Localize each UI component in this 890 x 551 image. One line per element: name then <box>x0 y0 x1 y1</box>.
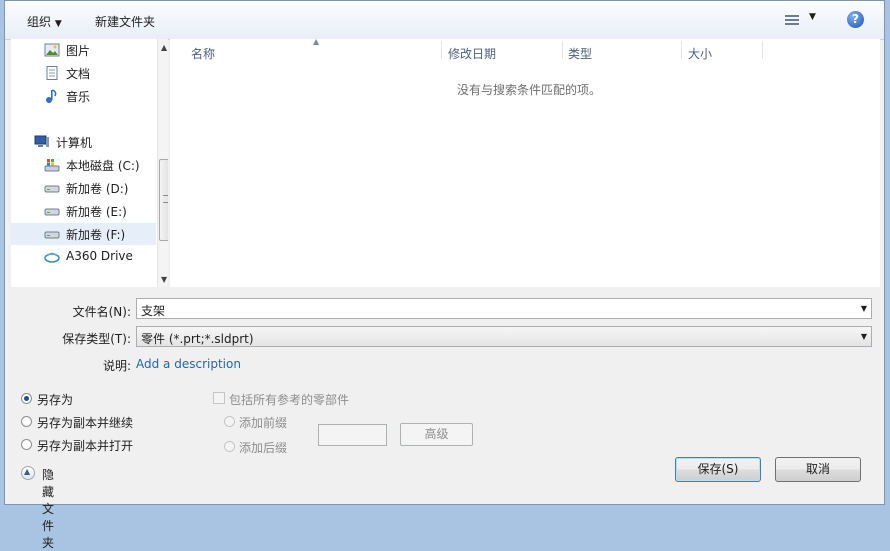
nav-item-label: 计算机 <box>56 136 93 150</box>
save-as-label: 另存为 <box>37 393 74 407</box>
scrollbar-thumb[interactable] <box>159 159 168 241</box>
nav-item-drive-c[interactable]: 本地磁盘 (C:) <box>11 154 156 176</box>
scroll-up-icon[interactable]: ▲ <box>161 43 167 52</box>
nav-item-music[interactable]: 音乐 <box>11 85 156 107</box>
nav-item-drive-f[interactable]: 新加卷 (F:) <box>11 223 156 245</box>
details-view-icon <box>785 13 799 27</box>
sort-ascending-icon: ▲ <box>313 37 320 46</box>
nav-item-label: 新加卷 (D:) <box>66 182 129 196</box>
chevron-down-icon: ▼ <box>809 12 816 22</box>
nav-item-a360-drive[interactable]: A360 Drive <box>11 246 156 268</box>
nav-item-drive-d[interactable]: 新加卷 (D:) <box>11 177 156 199</box>
file-list[interactable]: ▲ 名称 修改日期 类型 大小 没有与搜索条件匹配的项。 <box>170 37 880 287</box>
nav-item-label: 音乐 <box>66 90 91 104</box>
column-header-type[interactable]: 类型 <box>568 45 592 62</box>
nav-item-computer[interactable]: 计算机 <box>11 131 156 153</box>
chevron-down-icon[interactable]: ▼ <box>861 304 867 313</box>
save-as-copy-continue-radio[interactable] <box>21 416 32 427</box>
add-description-link[interactable]: Add a description <box>136 357 241 371</box>
add-suffix-radio[interactable] <box>224 441 235 452</box>
include-references-checkbox[interactable] <box>213 392 225 404</box>
nav-item-label: A360 Drive <box>66 249 133 263</box>
chevron-down-icon: ▼ <box>54 19 62 29</box>
nav-item-label: 新加卷 (F:) <box>66 228 126 242</box>
nav-scrollbar[interactable]: ▲ ▼ <box>157 39 168 287</box>
drive-icon <box>44 185 60 193</box>
cancel-button[interactable]: 取消 <box>775 457 861 482</box>
new-folder-button[interactable]: 新建文件夹 <box>95 13 155 30</box>
cloud-drive-icon <box>44 252 60 263</box>
add-prefix-radio[interactable] <box>224 416 235 427</box>
nav-item-drive-e[interactable]: 新加卷 (E:) <box>11 200 156 222</box>
chevron-up-icon: ▲ <box>21 466 35 480</box>
save-button[interactable]: 保存(S) <box>675 457 761 482</box>
save-as-copy-continue-label: 另存为副本并继续 <box>37 416 134 430</box>
filename-value: 支架 <box>141 304 166 318</box>
column-header-modified[interactable]: 修改日期 <box>448 45 496 62</box>
scroll-down-icon[interactable]: ▼ <box>161 275 167 284</box>
empty-message: 没有与搜索条件匹配的项。 <box>457 83 602 97</box>
savetype-select[interactable]: 零件 (*.prt;*.sldprt) ▼ <box>136 326 872 347</box>
add-prefix-label: 添加前缀 <box>239 416 288 430</box>
organize-label: 组织 <box>27 15 52 29</box>
savetype-value: 零件 (*.prt;*.sldprt) <box>141 332 254 346</box>
column-header-size[interactable]: 大小 <box>688 45 712 62</box>
navigation-pane: 图片 文档 音乐 计算机 本地磁盘 (C:) 新加卷 (D:) 新加卷 (E:)… <box>11 39 168 287</box>
nav-item-pictures[interactable]: 图片 <box>11 39 156 61</box>
organize-button[interactable]: 组织 ▼ <box>27 13 62 30</box>
add-suffix-label: 添加后缀 <box>239 441 288 455</box>
view-options-button[interactable]: ▼ <box>785 12 825 30</box>
drive-icon <box>44 231 60 239</box>
system-drive-icon <box>44 159 60 172</box>
filename-input[interactable]: 支架 ▼ <box>136 298 872 319</box>
include-references-label: 包括所有参考的零部件 <box>229 393 350 407</box>
save-as-radio[interactable] <box>21 393 32 404</box>
description-label: 说明: <box>102 359 131 373</box>
save-as-copy-open-radio[interactable] <box>21 439 32 450</box>
hide-folders-label: 隐藏文件夹 <box>42 468 55 550</box>
toolbar: 组织 ▼ 新建文件夹 ▼ ? <box>5 1 884 40</box>
nav-item-label: 新加卷 (E:) <box>66 205 127 219</box>
nav-item-label: 文档 <box>66 67 91 81</box>
advanced-button[interactable]: 高级 <box>400 423 473 446</box>
nav-item-label: 本地磁盘 (C:) <box>66 159 140 173</box>
help-button[interactable]: ? <box>847 11 864 28</box>
pictures-icon <box>44 43 60 57</box>
nav-item-documents[interactable]: 文档 <box>11 62 156 84</box>
documents-icon <box>46 66 58 80</box>
nav-item-label: 图片 <box>66 44 91 58</box>
computer-icon <box>34 135 49 147</box>
drive-icon <box>44 208 60 216</box>
music-icon <box>46 89 57 103</box>
save-as-copy-open-label: 另存为副本并打开 <box>37 439 134 453</box>
chevron-down-icon: ▼ <box>860 332 867 341</box>
column-header-name[interactable]: 名称 <box>191 45 215 62</box>
filename-label: 文件名(N): <box>72 305 131 319</box>
save-as-dialog: 组织 ▼ 新建文件夹 ▼ ? 图片 文档 音乐 计算机 本地磁盘 (C:) 新加… <box>4 0 885 550</box>
savetype-label: 保存类型(T): <box>62 332 131 346</box>
prefix-suffix-input[interactable] <box>318 424 387 446</box>
